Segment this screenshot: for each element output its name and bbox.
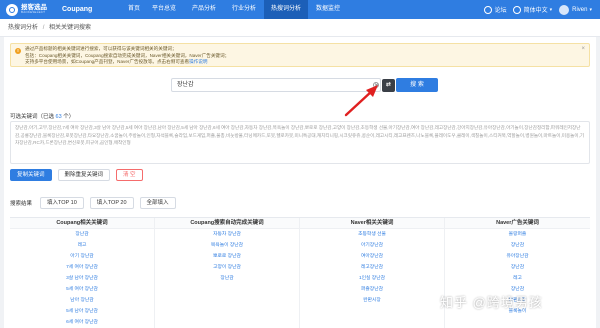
search-button[interactable]: 搜 索 — [396, 78, 438, 92]
keyword-item[interactable]: 3살 남아 장난감 — [10, 273, 154, 284]
keyword-item[interactable]: 5세 남아 장난감 — [10, 306, 154, 317]
keyword-item[interactable]: 레고 — [445, 273, 590, 284]
keyword-item[interactable]: 초등학생 선물 — [300, 229, 444, 240]
tip-line-3: 支持多平台使用场景，如Coupang产品刊登，Naver广告投放等。点击右侧可查… — [25, 59, 208, 64]
nav-data-monitor[interactable]: 数据监控 — [308, 0, 348, 19]
brand-logo-icon — [6, 3, 18, 16]
store-name: Coupang — [62, 6, 93, 13]
keyword-item[interactable]: 유아장난감 — [445, 251, 590, 262]
keyword-item[interactable]: 퍼즐장난감 — [300, 284, 444, 295]
column-header: Coupang搜索自动完成关键词 — [155, 218, 299, 229]
forum-icon[interactable] — [483, 5, 492, 14]
column-header: Coupang相关关键词 — [10, 218, 154, 229]
nav-product-analysis[interactable]: 产品分析 — [184, 0, 224, 19]
nav-industry-analysis[interactable]: 行业分析 — [224, 0, 264, 19]
translate-icon[interactable]: ⇄ — [382, 79, 395, 92]
column-naver-ads: Naver广告关键词 몰랑퍼즐 장난감 유아장난감 장난감 레고 장난감 완판시… — [445, 218, 590, 328]
keyword-item[interactable]: 장난감 — [10, 229, 154, 240]
result-columns: Coupang相关关键词 장난감 레고 아기 장난감 7세 여아 장난감 3살 … — [10, 217, 590, 328]
keyword-item[interactable]: 레고장난감 — [300, 262, 444, 273]
fill-all-button[interactable]: 全部填入 — [139, 197, 176, 209]
brand-name-en: BAOKESELECT — [21, 10, 46, 15]
info-banner: ! 通过产品标题的相关关键词进行搜索，可以获得与该关键词相关的关键词； 包括：C… — [10, 43, 590, 67]
keyword-item[interactable]: 장난감 — [155, 273, 299, 284]
column-coupang-autocomplete: Coupang搜索自动完成关键词 자동차 장난감 목욕놀이 장난감 뽀로로 장난… — [155, 218, 300, 328]
keyword-item[interactable]: 7세 여아 장난감 — [10, 262, 154, 273]
keyword-item[interactable]: 뽀로로 장난감 — [155, 251, 299, 262]
watermark: 知乎 @跨境男孩 — [440, 295, 543, 310]
fill-top10-button[interactable]: 填入TOP 10 — [40, 197, 84, 209]
copy-keywords-button[interactable]: 复制关键词 — [10, 169, 52, 181]
keyword-item[interactable]: 장난감 — [445, 262, 590, 273]
fill-row: 搜索结果 填入TOP 10 填入TOP 20 全部填入 — [10, 197, 182, 209]
search-row: 장난감 ⇄ 搜 索 — [4, 78, 596, 92]
keyword-item[interactable]: 장난감 — [445, 240, 590, 251]
close-icon[interactable]: × — [581, 46, 585, 52]
keyword-item[interactable]: 6세 여아 장난감 — [10, 317, 154, 328]
nav-right: 论坛 简体中文 ▾ Riven ▾ — [478, 0, 592, 19]
fill-top20-button[interactable]: 填入TOP 20 — [89, 197, 134, 209]
main-card: ! 通过产品标题的相关关键词进行搜索，可以获得与该关键词相关的关键词； 包括：C… — [4, 37, 596, 328]
keyword-item[interactable]: 레고 — [10, 240, 154, 251]
nav-home[interactable]: 首页 — [124, 0, 144, 19]
brand-logo[interactable]: 报客选品 BAOKESELECT — [6, 3, 58, 16]
chevron-down-icon[interactable]: ▾ — [589, 7, 592, 13]
avatar[interactable] — [559, 4, 570, 15]
column-naver-related: Naver相关关键词 초등학생 선물 아기장난감 여아장난감 레고장난감 1인실… — [300, 218, 445, 328]
language-select[interactable]: 简体中文 — [524, 5, 548, 14]
globe-icon[interactable] — [512, 5, 521, 14]
nav-hot-search-analysis[interactable]: 热搜词分析 — [264, 0, 308, 19]
main-nav: 首页 平台总览 产品分析 行业分析 热搜词分析 数据监控 — [124, 0, 348, 19]
breadcrumb-current: 相关关键词搜索 — [49, 25, 92, 31]
column-coupang-related: Coupang相关关键词 장난감 레고 아기 장난감 7세 여아 장난감 3살 … — [10, 218, 155, 328]
keyword-item[interactable]: 고양이 장난감 — [155, 262, 299, 273]
search-results-label: 搜索结果 — [10, 201, 33, 207]
keyword-item[interactable]: 아기 장난감 — [10, 251, 154, 262]
column-header: Naver相关关键词 — [300, 218, 444, 229]
keywords-title: 可选关键词（已选 63 个） — [10, 114, 75, 120]
keyword-item[interactable]: 1인실 장난감 — [300, 273, 444, 284]
breadcrumb-parent[interactable]: 热搜词分析 — [8, 25, 38, 31]
keyword-item[interactable]: 몰랑퍼즐 — [445, 229, 590, 240]
tip-line-1: 通过产品标题的相关关键词进行搜索，可以获得与该关键词相关的关键词； — [25, 46, 177, 51]
keyword-item[interactable]: 목욕놀이 장난감 — [155, 240, 299, 251]
forum-link[interactable]: 论坛 — [495, 5, 507, 14]
app-root: 报客选品 BAOKESELECT Coupang 首页 平台总览 产品分析 行业… — [0, 0, 600, 328]
user-name[interactable]: Riven — [572, 7, 587, 13]
top-navbar: 报客选品 BAOKESELECT Coupang 首页 平台总览 产品分析 行业… — [0, 0, 600, 19]
keyword-item[interactable]: 5세 여아 장난감 — [10, 284, 154, 295]
breadcrumb-separator: / — [42, 25, 45, 31]
tip-line-2: 包括：Coupang相关关键词，Coupang搜索自动完成关键词，Naver相关… — [25, 52, 230, 58]
chevron-down-icon[interactable]: ▾ — [550, 7, 553, 13]
annotation-arrow — [344, 85, 378, 117]
keyword-item[interactable]: 아기장난감 — [300, 240, 444, 251]
keyword-actions: 复制关键词 删除重复关键词 清 空 — [10, 169, 149, 181]
keyword-item[interactable]: 완판시장 — [300, 295, 444, 306]
warning-icon: ! — [15, 48, 21, 54]
breadcrumb: 热搜词分析 / 相关关键词搜索 — [0, 19, 600, 37]
instructions-link[interactable]: 操作说明 — [189, 59, 207, 64]
clear-button[interactable]: 清 空 — [116, 169, 143, 181]
keywords-textarea[interactable]: 장난감,아기,고무,장난감,7세 여아 장난감,3살 남아 장난감,5세 여아 … — [10, 121, 590, 164]
column-header: Naver广告关键词 — [445, 218, 590, 229]
keyword-item[interactable]: 남아 장난감 — [10, 295, 154, 306]
keyword-item[interactable]: 자동차 장난감 — [155, 229, 299, 240]
keyword-item[interactable]: 여아장난감 — [300, 251, 444, 262]
dedupe-keywords-button[interactable]: 删除重复关键词 — [57, 169, 111, 181]
nav-platform-overview[interactable]: 平台总览 — [144, 0, 184, 19]
